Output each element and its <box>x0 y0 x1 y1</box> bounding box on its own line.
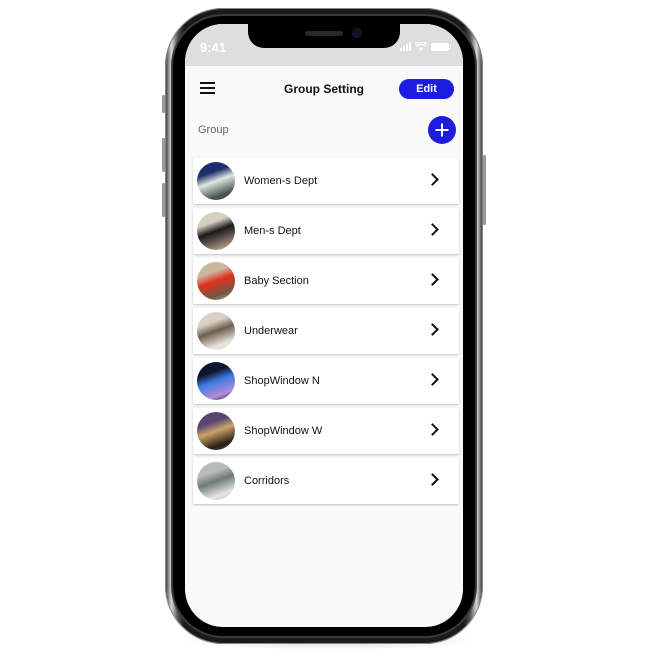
group-thumbnail <box>197 312 235 350</box>
nav-bar: Group Setting Edit <box>185 66 463 111</box>
battery-icon <box>431 43 451 51</box>
group-thumbnail <box>197 162 235 200</box>
group-label: Women-s Dept <box>244 175 318 187</box>
edit-button[interactable]: Edit <box>399 79 454 99</box>
front-camera <box>353 29 361 37</box>
group-list: Women-s Dept Men-s Dept Baby Section Underw… <box>193 158 459 508</box>
group-list-item[interactable]: ShopWindow W <box>193 408 459 454</box>
group-label: ShopWindow N <box>244 375 320 387</box>
chevron-right-icon[interactable] <box>426 173 439 186</box>
group-thumbnail <box>197 262 235 300</box>
group-list-item[interactable]: ShopWindow N <box>193 358 459 404</box>
group-list-item[interactable]: Men-s Dept <box>193 208 459 254</box>
phone-screen: 9:41 Group Setting Edit Group Women-s De… <box>185 24 463 627</box>
group-label: Men-s Dept <box>244 225 301 237</box>
group-thumbnail <box>197 412 235 450</box>
signal-icon <box>400 42 411 51</box>
wifi-icon <box>415 42 427 51</box>
group-label: Underwear <box>244 325 298 337</box>
status-bar: 9:41 <box>185 24 463 66</box>
group-list-item[interactable]: Underwear <box>193 308 459 354</box>
section-label: Group <box>198 124 229 136</box>
notch <box>248 24 400 48</box>
chevron-right-icon[interactable] <box>426 473 439 486</box>
speaker-grille <box>305 31 343 36</box>
group-list-item[interactable]: Women-s Dept <box>193 158 459 204</box>
group-label: ShopWindow W <box>244 425 323 437</box>
group-thumbnail <box>197 212 235 250</box>
group-thumbnail <box>197 362 235 400</box>
group-list-item[interactable]: Baby Section <box>193 258 459 304</box>
group-list-item[interactable]: Corridors <box>193 458 459 504</box>
chevron-right-icon[interactable] <box>426 373 439 386</box>
chevron-right-icon[interactable] <box>426 323 439 336</box>
group-thumbnail <box>197 462 235 500</box>
chevron-right-icon[interactable] <box>426 223 439 236</box>
chevron-right-icon[interactable] <box>426 423 439 436</box>
power-button <box>483 155 486 225</box>
status-time: 9:41 <box>200 40 227 55</box>
chevron-right-icon[interactable] <box>426 273 439 286</box>
add-group-button[interactable] <box>428 116 456 144</box>
group-section-header: Group <box>185 111 463 151</box>
group-label: Baby Section <box>244 275 309 287</box>
status-icons <box>400 42 451 51</box>
group-label: Corridors <box>244 475 290 487</box>
